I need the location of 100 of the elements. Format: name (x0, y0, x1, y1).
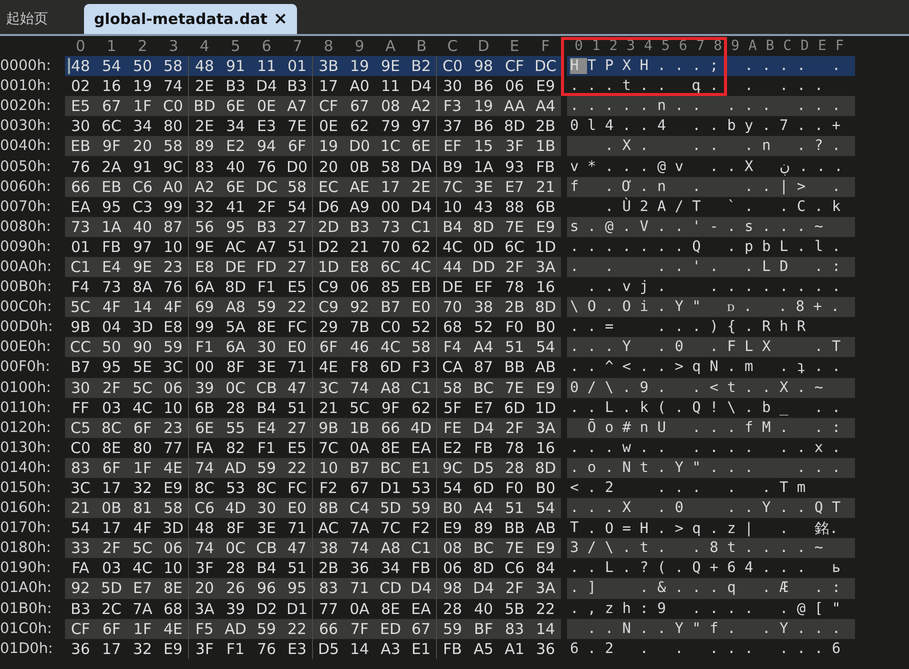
hex-byte: 77 (163, 438, 183, 457)
hex-byte: A2 (411, 97, 431, 116)
hex-byte: E9 (536, 77, 556, 96)
hex-byte: E9 (536, 218, 556, 236)
hex-byte: BC (473, 378, 494, 397)
ascii-char: 0 (570, 380, 580, 396)
offset-label: 0040h: (0, 138, 51, 154)
hex-byte: F1 (226, 640, 245, 658)
hex-byte: DD (472, 258, 496, 276)
file-tab[interactable]: global-metadata.dat × (84, 4, 297, 34)
hex-byte: CC (70, 338, 91, 356)
hex-byte: 73 (102, 278, 122, 296)
hex-byte: 17 (318, 77, 338, 96)
column-header: B (764, 38, 776, 54)
hex-byte: 02 (70, 77, 90, 96)
ascii-text: . 2 . . . . . . . . 6 (587, 640, 841, 657)
close-icon[interactable]: × (273, 9, 288, 29)
hex-byte: 0C (225, 378, 246, 397)
column-header: D (476, 36, 490, 56)
column-header: C (446, 36, 459, 56)
column-header: 8 (322, 36, 334, 56)
hex-byte: E4 (256, 418, 276, 437)
hex-byte: B3 (287, 77, 307, 96)
hex-byte: D5 (472, 458, 494, 477)
hex-byte: E9 (163, 640, 183, 658)
hex-byte: C0 (442, 57, 463, 76)
hex-byte: FE (443, 418, 462, 437)
hex-byte: 3D (162, 519, 184, 538)
hex-byte: 68 (163, 600, 183, 618)
hex-byte: 89 (194, 137, 214, 156)
hex-byte: 01 (70, 238, 90, 256)
hex-byte: 67 (411, 620, 431, 638)
hex-byte: 96 (256, 579, 276, 598)
hex-byte: 2F (257, 198, 276, 216)
hex-byte: 4C (132, 559, 153, 578)
ascii-char: . (570, 339, 580, 356)
offset-label: 0010h: (0, 78, 51, 94)
hex-byte: 21 (318, 398, 338, 417)
hex-byte: 5C (70, 298, 91, 316)
hex-byte: 1D (318, 258, 340, 276)
ascii-char: T (570, 520, 580, 536)
ascii-text: . L . ? ( . Q + 6 4 . . . ь (587, 560, 841, 576)
hex-byte: 6F (133, 418, 152, 437)
ascii-char: H (570, 58, 588, 74)
ascii-char: < (570, 480, 580, 496)
hex-byte: 58 (163, 499, 183, 518)
hex-byte: FD (256, 258, 277, 276)
column-header: 9 (730, 38, 740, 54)
hex-byte: 9F (102, 137, 121, 156)
hex-byte: 22 (287, 620, 307, 638)
hex-byte: 6B (194, 398, 214, 417)
hex-byte: C1 (410, 378, 432, 397)
hex-byte: B0 (442, 499, 462, 518)
hex-byte: 34 (226, 117, 246, 136)
hex-byte: 6E (226, 178, 246, 196)
ascii-char: . (570, 460, 580, 476)
hex-byte: 83 (194, 158, 214, 176)
hex-byte: AD (224, 458, 246, 477)
ascii-text: . . t . . գ . . . . . (587, 78, 824, 94)
hex-byte: 3D (132, 318, 154, 336)
offset-label: 01C0h: (0, 620, 52, 637)
hex-byte: 6C (504, 238, 525, 256)
ascii-text: . . . ' . . L D . : (604, 258, 841, 275)
hex-byte: AB (535, 358, 556, 376)
hex-byte: 51 (504, 338, 524, 356)
hex-byte: B3 (226, 77, 246, 96)
file-tab[interactable]: 起始页 (4, 4, 58, 34)
hex-byte: 4F (133, 519, 152, 538)
hex-byte: 3F (505, 137, 524, 156)
hex-byte: 8B (318, 499, 338, 518)
ascii-text: . . . . n . . . . . . . . (587, 98, 841, 114)
hex-byte: 1A (102, 218, 122, 236)
hex-byte: C5 (70, 418, 91, 437)
hex-byte: CA (442, 358, 463, 376)
ascii-text: . . w . . . . . . . . x . (587, 440, 841, 456)
hex-byte: 8F (226, 519, 245, 538)
hex-byte: FB (102, 238, 121, 256)
hex-byte: 0A (350, 438, 370, 457)
hex-byte: 66 (70, 178, 90, 196)
hex-byte: B6 (474, 77, 494, 96)
hex-byte: 19 (350, 57, 370, 76)
hex-byte: 70 (442, 298, 462, 316)
hex-byte: D4 (472, 418, 494, 437)
hex-byte: 54 (102, 57, 122, 76)
column-header: A (747, 38, 758, 54)
hex-byte: 67 (350, 97, 370, 116)
hex-byte: 1B (350, 418, 370, 437)
hex-byte: 97 (132, 238, 152, 256)
hex-byte: B4 (256, 559, 276, 578)
hex-byte: 98 (474, 57, 494, 76)
hex-byte: 40 (132, 218, 152, 236)
hex-byte: F4 (71, 278, 90, 296)
hex-byte: 6D (504, 398, 526, 417)
hex-byte: 19 (132, 77, 152, 96)
hex-byte: 2D (318, 218, 340, 236)
hex-byte: 9E (132, 258, 152, 276)
hex-byte: 46 (350, 338, 370, 356)
ascii-char: . (570, 319, 580, 336)
hex-byte: EF (443, 137, 462, 156)
hex-byte: 93 (504, 158, 524, 176)
